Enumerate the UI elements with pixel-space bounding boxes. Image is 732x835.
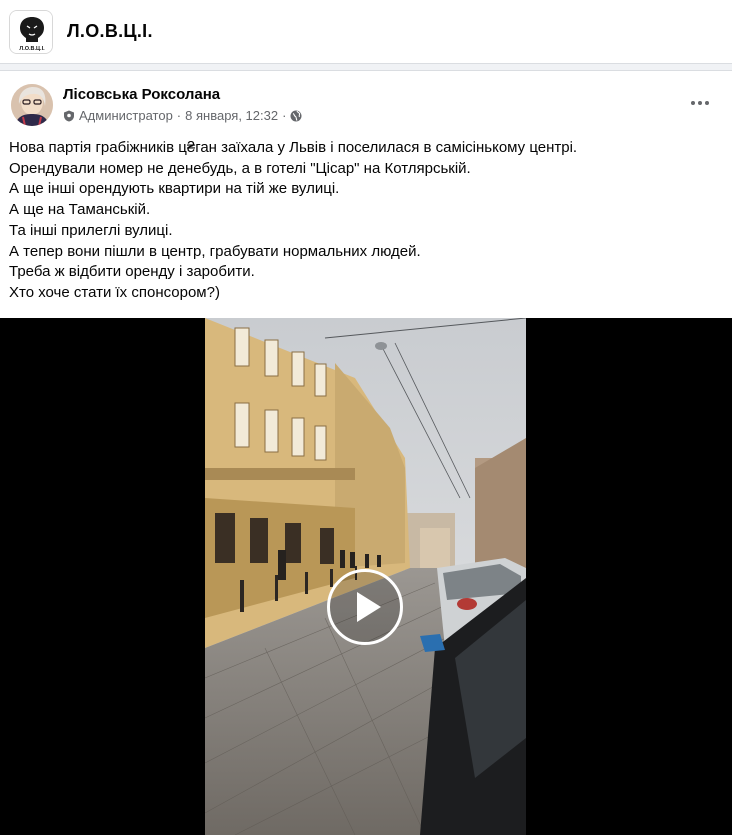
meta-separator: · — [176, 108, 182, 123]
avatar-photo — [11, 84, 53, 126]
post-text: Нова партія грабіжників ц₴ган заїхала у … — [9, 138, 709, 304]
group-logo[interactable]: Л.О.В.Ц.І. — [9, 10, 53, 54]
author-role: Администратор — [79, 108, 173, 123]
play-icon — [357, 592, 381, 622]
dot — [698, 101, 702, 105]
post-text-line: Та інші прилеглі вулиці. — [9, 221, 173, 239]
post-text-line: А ще на Таманській. — [9, 201, 151, 219]
lion-logo-icon: Л.О.В.Ц.І. — [10, 11, 52, 53]
post-text-line: А тепер вони пішли в центр, грабувати но… — [9, 242, 421, 260]
more-options-button[interactable] — [688, 93, 712, 113]
dot — [691, 101, 695, 105]
group-header: Л.О.В.Ц.І. Л.О.В.Ц.І. — [0, 0, 732, 64]
post-date[interactable]: 8 января, 12:32 — [185, 108, 278, 123]
author-avatar[interactable] — [11, 84, 53, 126]
post-text-line: Треба ж відбити оренду і заробити. — [9, 263, 255, 281]
post-text-line: Орендували номер не денебудь, а в готелі… — [9, 159, 471, 177]
globe-icon — [290, 110, 302, 121]
dot — [705, 101, 709, 105]
author-name[interactable]: Лісовська Роксолана — [63, 86, 220, 103]
admin-badge-icon — [64, 110, 74, 121]
video-player[interactable] — [0, 318, 732, 835]
post-text-line: Хто хоче стати їх спонсором?) — [9, 283, 220, 301]
svg-text:Л.О.В.Ц.І.: Л.О.В.Ц.І. — [19, 46, 45, 52]
post-text-line: Нова партія грабіжників ц₴ган заїхала у … — [9, 139, 578, 156]
post-text-line: А ще інші орендують квартири на тій же в… — [9, 180, 340, 198]
group-title[interactable]: Л.О.В.Ц.І. — [67, 21, 153, 42]
meta-separator: · — [282, 108, 287, 123]
post-card: Лісовська Роксолана Администратор · 8 ян… — [0, 70, 732, 835]
play-button[interactable] — [327, 569, 403, 645]
post-meta: Администратор · 8 января, 12:32 · — [63, 108, 302, 123]
